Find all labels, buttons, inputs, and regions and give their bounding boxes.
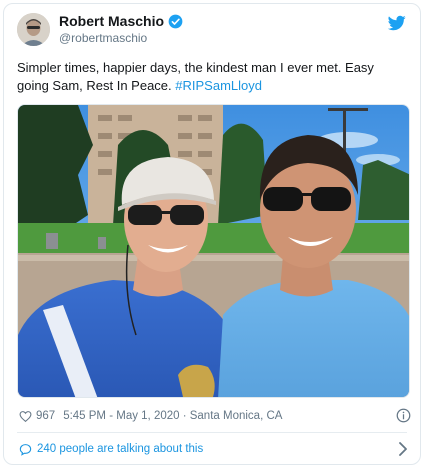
display-name[interactable]: Robert Maschio <box>59 13 164 29</box>
tweet-timestamp[interactable]: 5:45 PM - May 1, 2020 · Santa Monica, CA <box>63 410 282 422</box>
tweet-text: Simpler times, happier days, the kindest… <box>17 59 409 95</box>
conversation-link[interactable]: 240 people are talking about this <box>19 441 411 457</box>
embedded-tweet-card[interactable]: Robert Maschio @robertmaschio Simpler ti… <box>3 3 421 465</box>
avatar[interactable] <box>17 13 50 46</box>
verified-badge-icon <box>168 14 183 28</box>
like-count[interactable]: 967 <box>36 410 55 422</box>
twitter-bird-icon[interactable] <box>388 14 406 32</box>
tweet-meta: 967 5:45 PM - May 1, 2020 · Santa Monica… <box>19 408 411 424</box>
tweet-photo[interactable] <box>17 104 410 398</box>
talking-about-text[interactable]: 240 people are talking about this <box>37 443 203 455</box>
hashtag-link[interactable]: #RIPSamLloyd <box>175 78 262 93</box>
speech-bubble-icon <box>19 443 32 456</box>
author-row: Robert Maschio <box>59 13 183 29</box>
info-icon[interactable] <box>396 408 411 423</box>
chevron-right-icon[interactable] <box>397 442 409 456</box>
heart-icon[interactable] <box>19 410 32 423</box>
divider <box>17 432 407 433</box>
avatar-image <box>17 13 50 46</box>
selfie-photo <box>18 105 409 397</box>
user-handle[interactable]: @robertmaschio <box>59 31 147 45</box>
